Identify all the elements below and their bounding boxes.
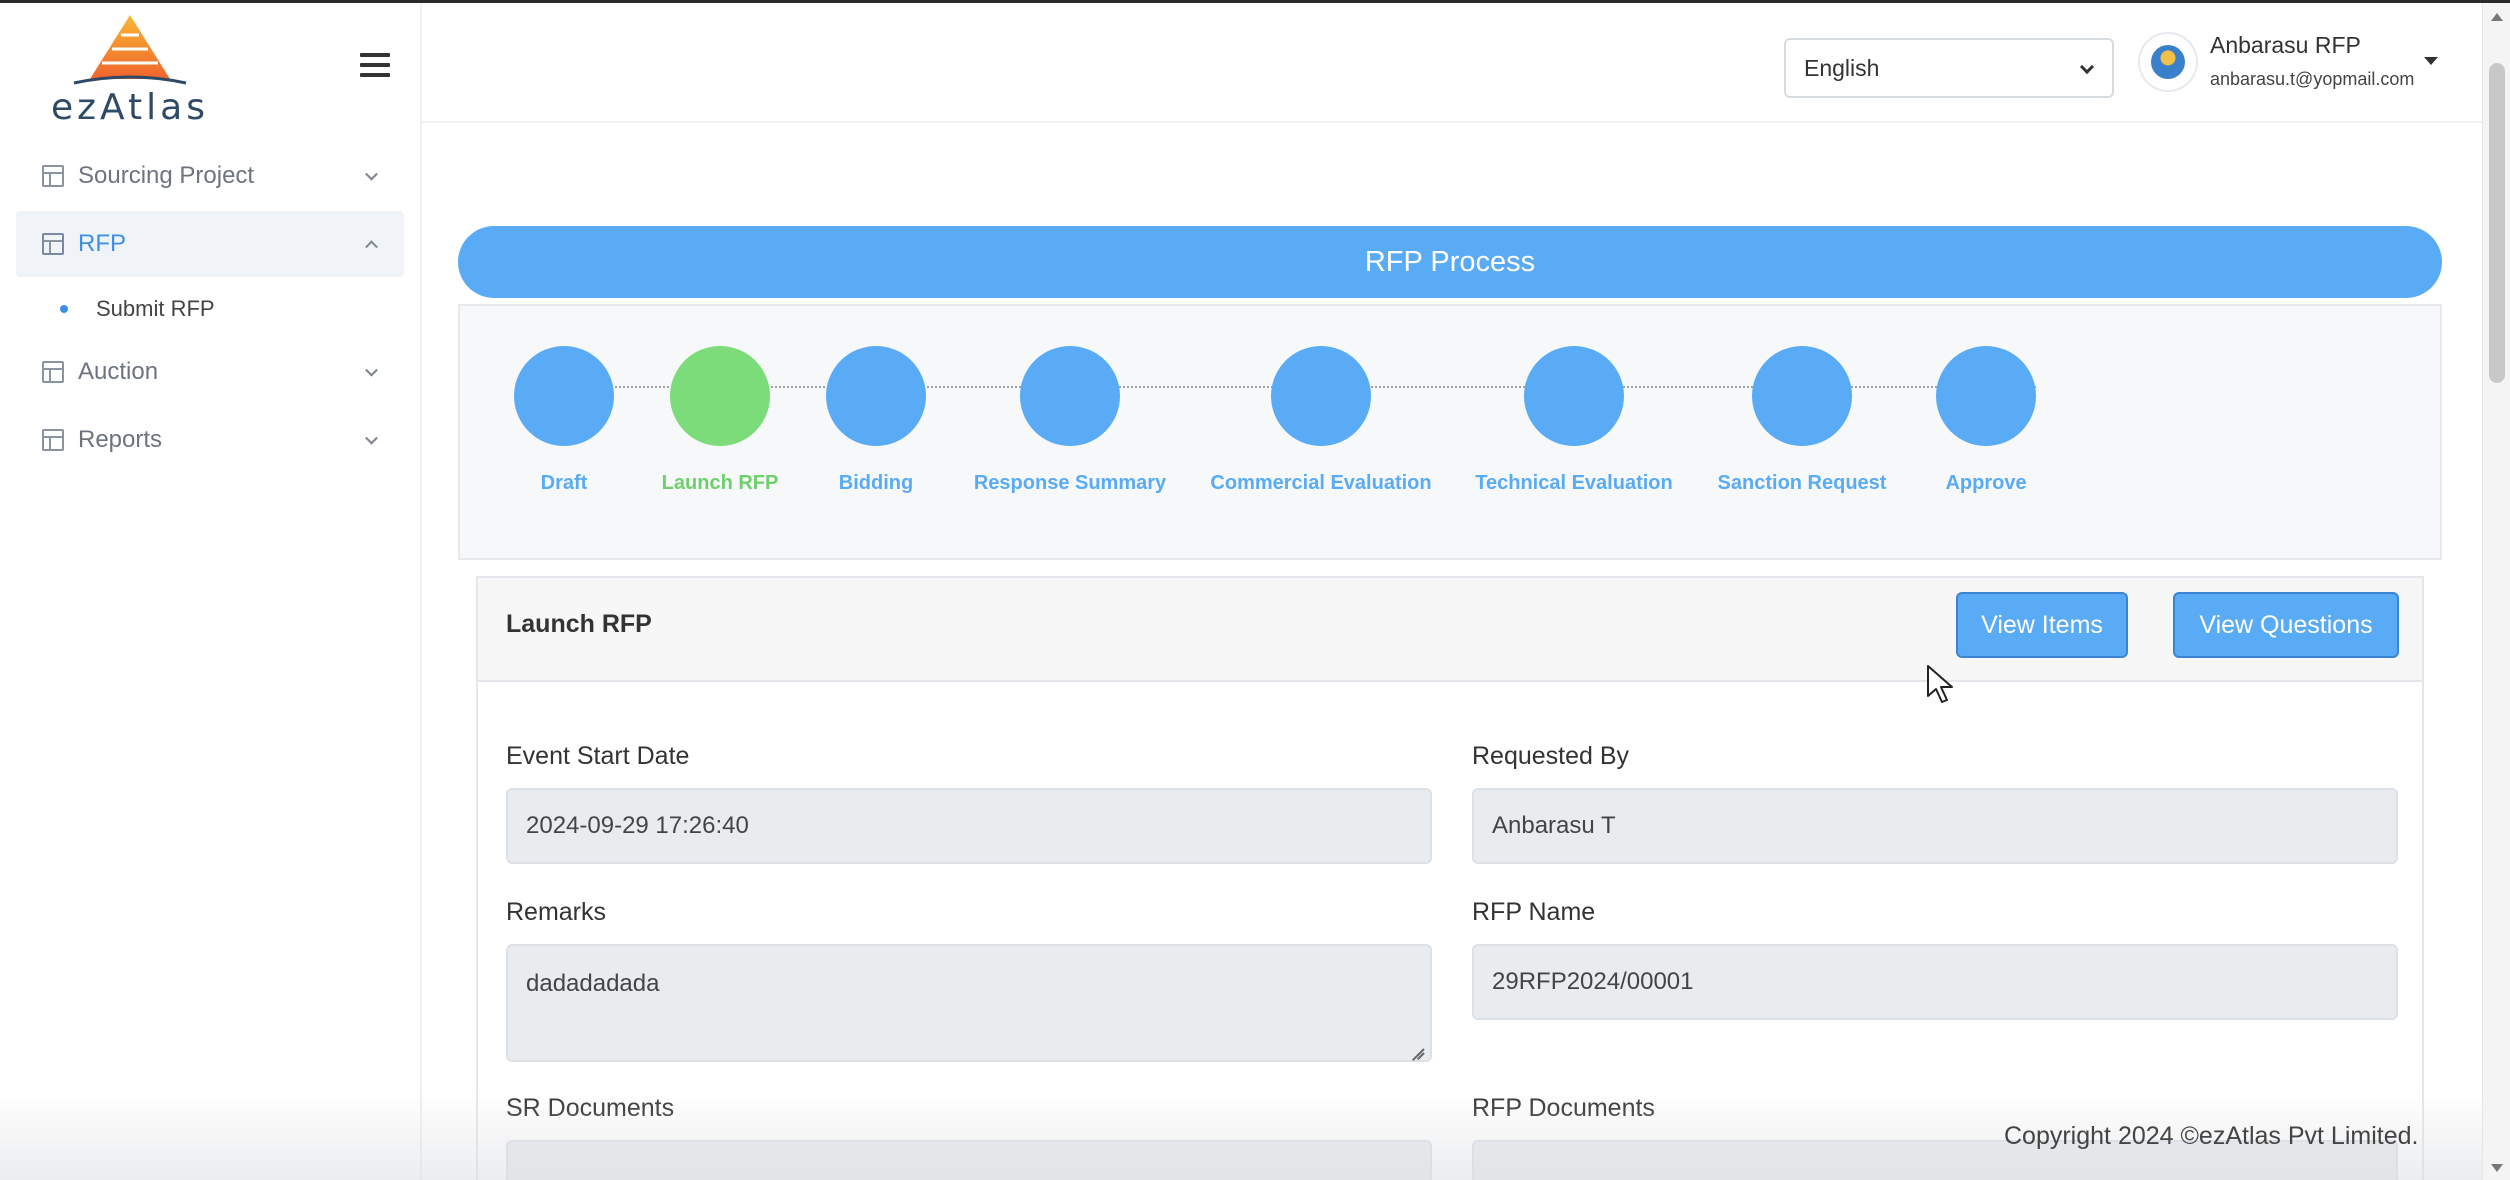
chevron-down-icon [365, 431, 378, 445]
step-label: Response Summary [973, 472, 1167, 494]
sidebar-subitem-label: Submit RFP [96, 296, 215, 321]
card-header: Launch RFP View Items View Questions [478, 578, 2422, 682]
event-start-date-label: Event Start Date [506, 742, 690, 770]
chevron-down-icon [365, 167, 378, 181]
step-circle [670, 346, 770, 446]
remarks-textarea[interactable]: dadadadada [506, 944, 1432, 1062]
step-circle [1271, 346, 1371, 446]
avatar[interactable] [2138, 32, 2198, 92]
step-label: Sanction Request [1717, 472, 1887, 494]
step-label: Commercial Evaluation [1210, 472, 1432, 494]
step-sanction-request[interactable]: Sanction Request [1718, 346, 1886, 495]
sidebar-item-label: Auction [78, 358, 159, 385]
user-menu-caret-icon[interactable] [2424, 57, 2438, 65]
step-draft[interactable]: Draft [514, 346, 614, 495]
step-label: Approve [1945, 472, 2027, 494]
resize-handle-icon[interactable] [1410, 1040, 1426, 1056]
sidebar-item-label: Sourcing Project [78, 162, 255, 189]
sr-documents-label: SR Documents [506, 1094, 675, 1122]
rfp-documents-label: RFP Documents [1472, 1094, 1655, 1122]
scroll-thumb[interactable] [2489, 63, 2505, 383]
copyright-text: Copyright 2024 ©ezAtlas Pvt Limited. [2004, 1122, 2419, 1150]
rfp-name-label: RFP Name [1472, 898, 1596, 926]
user-email: anbarasu.t@yopmail.com [2210, 69, 2415, 89]
step-label: Draft [540, 472, 588, 494]
step-circle [1020, 346, 1120, 446]
process-banner: RFP Process [458, 226, 2442, 298]
step-response-summary[interactable]: Response Summary [974, 346, 1166, 495]
step-circle [1752, 346, 1852, 446]
step-circle [1524, 346, 1624, 446]
step-launch-rfp[interactable]: Launch RFP [662, 346, 778, 495]
bullet-icon [60, 305, 68, 313]
step-label: Launch RFP [661, 472, 779, 494]
scroll-down-arrow-icon[interactable] [2491, 1164, 2503, 1172]
event-start-date-value: 2024-09-29 17:26:40 [526, 812, 749, 839]
view-questions-button[interactable]: View Questions [2173, 592, 2399, 658]
table-icon [42, 361, 64, 383]
chevron-down-icon [2079, 59, 2095, 75]
process-stepper: Draft Launch RFP Bidding Response Summar… [458, 304, 2442, 560]
sidebar-item-reports[interactable]: Reports [16, 407, 404, 473]
step-commercial-evaluation[interactable]: Commercial Evaluation [1210, 346, 1432, 495]
event-start-date-field[interactable]: 2024-09-29 17:26:40 [506, 788, 1432, 864]
view-items-button[interactable]: View Items [1956, 592, 2128, 658]
step-bidding[interactable]: Bidding [826, 346, 926, 495]
requested-by-label: Requested By [1472, 742, 1630, 770]
rfp-name-field[interactable]: 29RFP2024/00001 [1472, 944, 2398, 1020]
step-approve[interactable]: Approve [1936, 346, 2036, 495]
sidebar-item-auction[interactable]: Auction [16, 339, 404, 405]
step-label: Technical Evaluation [1475, 472, 1673, 494]
table-icon [42, 429, 64, 451]
language-selected-value: English [1804, 54, 1880, 81]
sidebar: ezAtlas Sourcing Project RFP Submit RFP … [0, 3, 422, 1180]
page-scrollbar[interactable] [2482, 3, 2510, 1180]
sidebar-item-label: RFP [78, 230, 126, 257]
sidebar-subitem-submit-rfp[interactable]: Submit RFP [16, 279, 404, 339]
sr-documents-field[interactable] [506, 1140, 1432, 1180]
sidebar-nav: Sourcing Project RFP Submit RFP Auction … [16, 143, 404, 475]
rfp-name-value: 29RFP2024/00001 [1492, 968, 1694, 995]
step-circle [826, 346, 926, 446]
sidebar-item-rfp[interactable]: RFP [16, 211, 404, 277]
header-divider [422, 121, 2482, 123]
menu-toggle-icon[interactable] [360, 53, 390, 77]
language-select[interactable]: English [1784, 38, 2114, 98]
step-circle [1936, 346, 2036, 446]
process-title: RFP Process [1364, 245, 1536, 278]
card-title: Launch RFP [506, 610, 652, 638]
chevron-down-icon [365, 363, 378, 377]
logo-pyramid-icon [73, 15, 187, 85]
user-name[interactable]: Anbarasu RFP [2210, 32, 2361, 59]
step-label: Bidding [838, 472, 914, 494]
scroll-up-arrow-icon[interactable] [2491, 13, 2503, 21]
sidebar-item-sourcing-project[interactable]: Sourcing Project [16, 143, 404, 209]
user-avatar-icon [2151, 45, 2185, 79]
launch-rfp-card: Launch RFP View Items View Questions Eve… [476, 576, 2424, 1180]
sidebar-item-label: Reports [78, 426, 163, 453]
remarks-label: Remarks [506, 898, 607, 926]
remarks-value: dadadadada [526, 970, 660, 997]
requested-by-value: Anbarasu T [1492, 812, 1616, 839]
requested-by-field[interactable]: Anbarasu T [1472, 788, 2398, 864]
step-technical-evaluation[interactable]: Technical Evaluation [1475, 346, 1673, 495]
chevron-up-icon [365, 240, 378, 254]
table-icon [42, 233, 64, 255]
logo-wordmark: ezAtlas [51, 87, 209, 128]
step-circle [514, 346, 614, 446]
table-icon [42, 165, 64, 187]
mouse-cursor-icon [1927, 665, 1953, 703]
